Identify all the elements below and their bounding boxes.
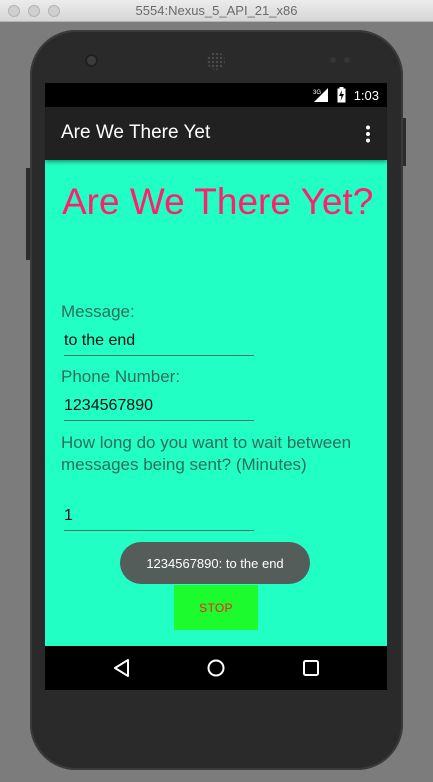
interval-label: How long do you want to wait between mes… [61, 433, 352, 474]
window-titlebar: 5554:Nexus_5_API_21_x86 [0, 0, 433, 22]
stop-button[interactable]: STOP [174, 585, 258, 630]
device-screen: 3G 1:03 Are We There Yet Are We There Ye… [45, 83, 387, 690]
message-input[interactable] [64, 326, 254, 356]
light-sensor-icon [344, 57, 350, 63]
signal-3g-icon: 3G [313, 88, 328, 102]
phone-input[interactable] [64, 391, 254, 421]
battery-charging-icon [337, 87, 346, 103]
app-title: Are We There Yet [61, 122, 211, 143]
page-heading: Are We There Yet? [62, 181, 374, 222]
status-bar: 3G 1:03 [45, 83, 387, 107]
window-title: 5554:Nexus_5_API_21_x86 [135, 3, 298, 18]
proximity-sensor-icon [330, 57, 336, 63]
speaker-grille-icon [207, 52, 225, 70]
toast-message: 1234567890: to the end [120, 542, 310, 584]
status-time: 1:03 [353, 88, 379, 103]
front-camera-icon [87, 56, 96, 65]
interval-input[interactable] [64, 501, 254, 531]
app-bar: Are We There Yet [45, 107, 387, 160]
message-label: Message: [61, 302, 135, 321]
emulator-window: 5554:Nexus_5_API_21_x86 3G 1:03 Are We T… [0, 0, 433, 782]
home-icon[interactable] [205, 657, 227, 679]
svg-text:3G: 3G [313, 90, 321, 96]
back-icon[interactable] [111, 657, 133, 679]
recents-icon[interactable] [300, 657, 322, 679]
navigation-bar [45, 646, 387, 690]
phone-label: Phone Number: [61, 367, 181, 386]
overflow-menu-icon[interactable] [365, 125, 371, 143]
